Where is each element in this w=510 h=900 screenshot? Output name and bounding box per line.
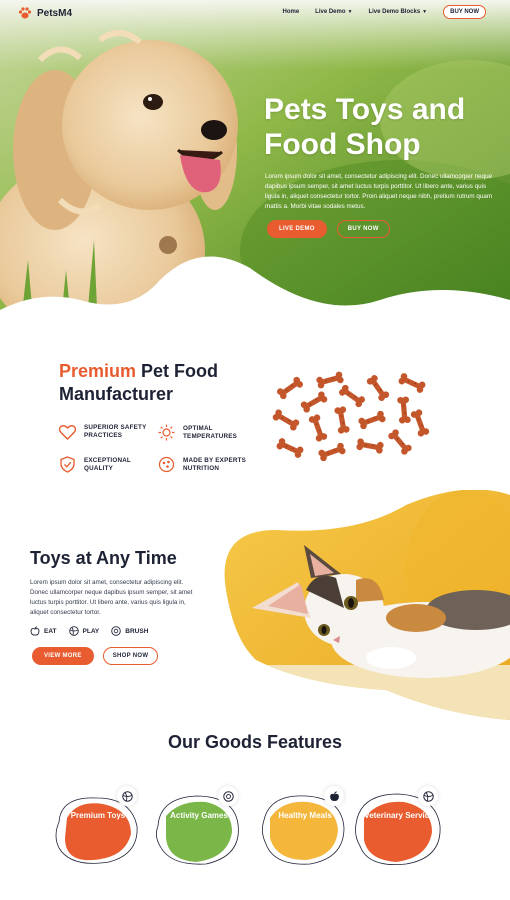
sun-icon	[158, 424, 175, 441]
tag-label: EAT	[44, 627, 57, 635]
apple-icon	[329, 790, 339, 801]
card-label: Activity Games	[170, 811, 228, 820]
tag-label: PLAY	[82, 627, 100, 635]
ball-icon	[422, 790, 434, 802]
hero-buy-now-button[interactable]: BUY NOW	[336, 220, 390, 238]
card-label: Veterinary Service	[364, 811, 434, 820]
card-label: Premium Toys	[70, 811, 126, 820]
feature-card-healthy-meals[interactable]: Healthy Meals	[258, 786, 350, 868]
card-icon-badge	[117, 786, 137, 806]
toy-tags: EAT PLAY BRUSH	[30, 626, 148, 636]
cat-image	[224, 490, 510, 720]
card-icon-badge	[324, 786, 344, 806]
ball-icon	[68, 626, 79, 636]
feature-safety: SUPERIOR SAFETY PRACTICES	[59, 424, 154, 440]
tag-brush: BRUSH	[111, 626, 148, 636]
tag-eat: EAT	[30, 626, 57, 636]
goods-title: Our Goods Features	[167, 732, 343, 752]
feature-label: MADE BY EXPERTS NUTRITION	[183, 456, 247, 472]
nav-live-demo-link[interactable]: Live Demo ▼	[315, 9, 352, 15]
toys-title: Toys at Any Time	[30, 548, 177, 568]
premium-title: Premium Pet Food Manufacturer	[59, 360, 269, 406]
feature-label: SUPERIOR SAFETY PRACTICES	[84, 424, 147, 439]
hero-dog-image	[0, 0, 510, 330]
caret-down-icon: ▼	[347, 9, 353, 15]
tag-label: BRUSH	[125, 627, 149, 635]
premium-title-accent: Premium	[59, 361, 137, 381]
tag-play: PLAY	[68, 626, 100, 636]
shield-check-icon	[60, 456, 75, 473]
apple-icon	[30, 626, 40, 636]
food-bowl-icon	[158, 456, 175, 473]
feature-quality: EXCEPTIONAL QUALITY	[59, 456, 154, 473]
nav-live-demo-label: Live Demo	[315, 9, 346, 15]
brush-icon	[222, 790, 234, 802]
hero-buttons: LIVE DEMO BUY NOW	[267, 220, 390, 238]
feature-label: OPTIMAL TEMPERATURES	[183, 424, 238, 440]
feature-card-veterinary-service[interactable]: Veterinary Service	[352, 786, 444, 868]
hero-section: PetsM4 Home Live Demo ▼ Live Demo Blocks ▼…	[0, 0, 510, 330]
site-logo[interactable]: PetsM4	[18, 6, 72, 20]
ball-icon	[121, 790, 133, 802]
live-demo-button[interactable]: LIVE DEMO	[267, 220, 327, 238]
nav-live-demo-blocks-label: Live Demo Blocks	[368, 9, 421, 15]
card-label: Healthy Meals	[278, 811, 332, 820]
card-icon-badge	[418, 786, 438, 806]
hero-description: Lorem ipsum dolor sit amet, consectetur …	[265, 173, 493, 210]
logo-text: PetsM4	[37, 7, 73, 19]
feature-card-premium-toys[interactable]: Premium Toys	[51, 786, 143, 868]
caret-down-icon: ▼	[422, 9, 428, 15]
view-more-button[interactable]: VIEW MORE	[32, 647, 94, 665]
brush-icon	[111, 626, 122, 636]
dog-treats-image	[271, 370, 431, 463]
nav-home-link[interactable]: Home	[283, 9, 300, 15]
toys-buttons: VIEW MORE SHOP NOW	[32, 647, 159, 665]
feature-label: EXCEPTIONAL QUALITY	[84, 456, 131, 472]
toys-description: Lorem ipsum dolor sit amet, consectetur …	[30, 579, 193, 616]
feature-nutrition: MADE BY EXPERTS NUTRITION	[158, 456, 263, 473]
feature-card-activity-games[interactable]: Activity Games	[152, 786, 244, 868]
nav-links: Home Live Demo ▼ Live Demo Blocks ▼ BUY NO…	[283, 5, 486, 19]
feature-temperature: OPTIMAL TEMPERATURES	[158, 424, 255, 441]
nav-live-demo-blocks-link[interactable]: Live Demo Blocks ▼	[368, 9, 427, 15]
shop-now-button[interactable]: SHOP NOW	[102, 647, 159, 665]
card-icon-badge	[218, 786, 238, 806]
paw-icon	[18, 7, 32, 19]
nav-buy-now-button[interactable]: BUY NOW	[443, 5, 486, 19]
hero-title: Pets Toys and Food Shop	[264, 93, 466, 161]
top-navbar: PetsM4 Home Live Demo ▼ Live Demo Blocks ▼…	[0, 0, 510, 26]
heart-icon	[59, 424, 76, 440]
